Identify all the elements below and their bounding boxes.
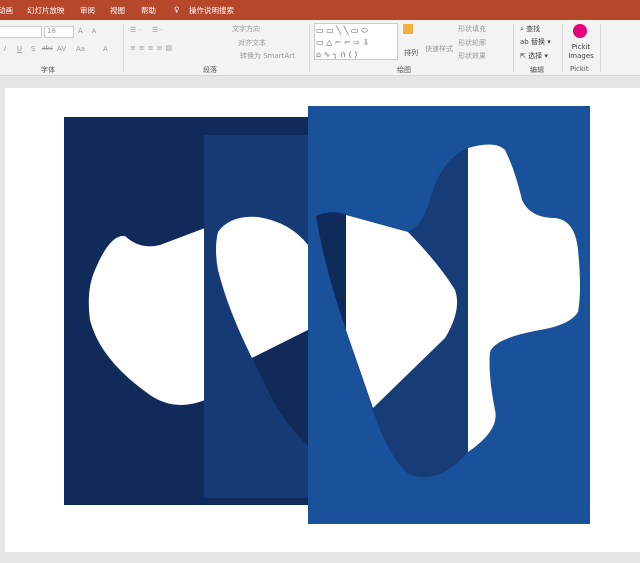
slide-artwork [64, 106, 590, 524]
